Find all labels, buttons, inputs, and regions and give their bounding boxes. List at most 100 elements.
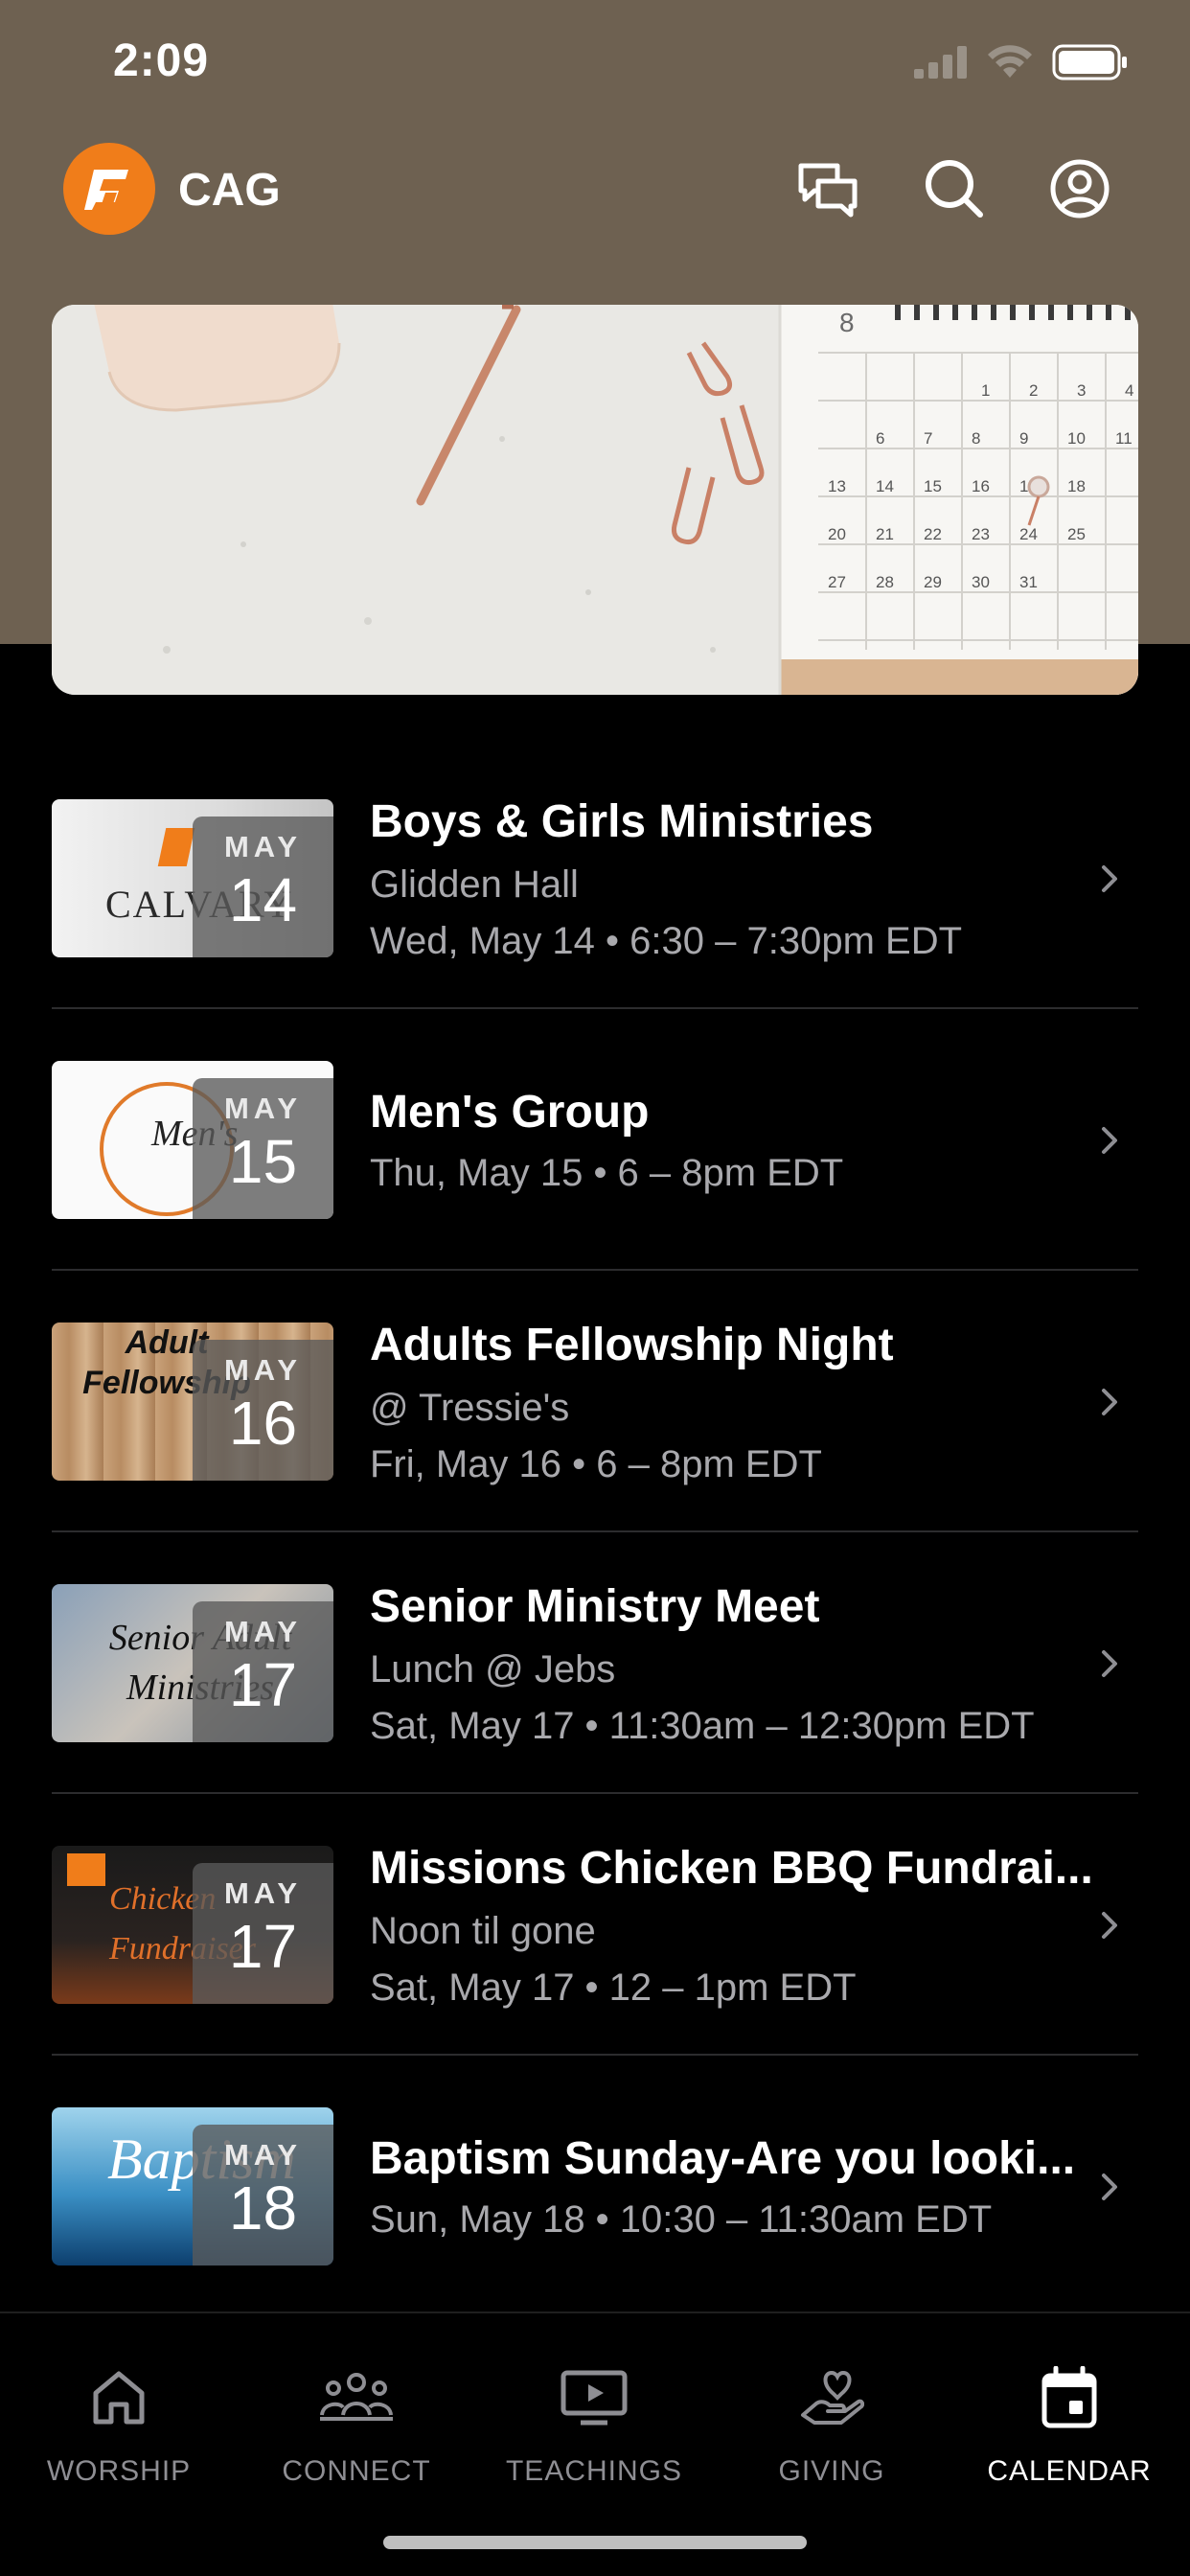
chat-bubbles-icon bbox=[798, 163, 858, 218]
calendar-day-number: 20 bbox=[828, 525, 846, 543]
hero-banner[interactable]: 8 12346789101113141516171820212223242527… bbox=[52, 305, 1138, 695]
event-title: Boys & Girls Ministries bbox=[370, 796, 874, 847]
event-location: Noon til gone bbox=[370, 1910, 596, 1952]
hand-heart-icon bbox=[801, 2370, 864, 2425]
date-month: MAY bbox=[223, 1615, 303, 1648]
calendar-day-number: 31 bbox=[1019, 573, 1038, 591]
date-day: 14 bbox=[228, 865, 298, 934]
date-badge: MAY 17 bbox=[193, 1863, 333, 2004]
calendar-day-number: 22 bbox=[924, 525, 942, 543]
event-location: Glidden Hall bbox=[370, 863, 579, 906]
event-location: Lunch @ Jebs bbox=[370, 1648, 616, 1690]
tab-label: CONNECT bbox=[282, 2455, 431, 2487]
profile-button[interactable] bbox=[1040, 149, 1120, 229]
event-text: Senior Ministry Meet Lunch @ Jebs Sat, M… bbox=[370, 1580, 1098, 1748]
user-circle-icon bbox=[1050, 159, 1110, 218]
calendar-day-number: 25 bbox=[1067, 525, 1086, 543]
date-month: MAY bbox=[223, 830, 303, 863]
date-day: 17 bbox=[228, 1650, 298, 1719]
calendar-day-number: 2 bbox=[1029, 381, 1038, 400]
event-thumbnail: Senior Adult Ministries MAY 17 bbox=[52, 1584, 333, 1742]
event-row[interactable]: Baptism MAY 18 Baptism Sunday-Are you lo… bbox=[52, 2056, 1138, 2317]
event-location: @ Tressie's bbox=[370, 1387, 570, 1429]
event-row[interactable]: CALVARY MAY 14 Boys & Girls Ministries G… bbox=[52, 748, 1138, 1009]
date-day: 17 bbox=[228, 1912, 298, 1981]
event-row[interactable]: Senior Adult Ministries MAY 17 Senior Mi… bbox=[52, 1532, 1138, 1794]
date-day: 15 bbox=[228, 1127, 298, 1196]
calendar-day-number: 1 bbox=[981, 381, 990, 400]
chevron-right-icon bbox=[1102, 865, 1117, 892]
search-button[interactable] bbox=[914, 149, 995, 229]
tab-worship[interactable]: WORSHIP bbox=[0, 2361, 238, 2488]
calendar-day-number: 15 bbox=[924, 477, 942, 495]
event-thumbnail: Adult Fellowship MAY 16 bbox=[52, 1322, 333, 1481]
app-bar: CAG bbox=[0, 139, 1190, 244]
status-time: 2:09 bbox=[113, 35, 210, 86]
status-icons bbox=[914, 44, 1129, 80]
event-text: Baptism Sunday-Are you looki... Sun, May… bbox=[370, 2132, 1098, 2242]
wifi-icon bbox=[988, 45, 1032, 78]
date-badge: MAY 18 bbox=[193, 2125, 333, 2266]
tab-teachings[interactable]: TEACHINGS bbox=[475, 2361, 713, 2488]
calendar-day-number: 11 bbox=[1115, 429, 1133, 448]
home-indicator[interactable] bbox=[383, 2536, 807, 2549]
event-time: Sat, May 17 • 12 – 1pm EDT bbox=[370, 1966, 857, 2009]
event-time: Wed, May 14 • 6:30 – 7:30pm EDT bbox=[370, 920, 963, 962]
date-day: 16 bbox=[228, 1389, 298, 1458]
event-time: Sun, May 18 • 10:30 – 11:30am EDT bbox=[370, 2198, 993, 2241]
date-badge: MAY 17 bbox=[193, 1601, 333, 1742]
calendar-day-number: 24 bbox=[1019, 525, 1038, 543]
chevron-right-icon bbox=[1102, 1912, 1117, 1939]
event-thumbnail: CALVARY MAY 14 bbox=[52, 799, 333, 957]
tab-label: TEACHINGS bbox=[505, 2455, 683, 2487]
event-row[interactable]: Chicken Fundraiser MAY 17 Missions Chick… bbox=[52, 1794, 1138, 2056]
event-title: Men's Group bbox=[370, 1087, 650, 1138]
calendar-day-number: 16 bbox=[972, 477, 990, 495]
calendar-day-number: 30 bbox=[972, 573, 990, 591]
calendar-day-number: 9 bbox=[1019, 429, 1028, 448]
date-badge: MAY 16 bbox=[193, 1340, 333, 1481]
tab-connect[interactable]: CONNECT bbox=[238, 2361, 475, 2488]
tab-giving[interactable]: GIVING bbox=[713, 2361, 950, 2488]
event-time: Fri, May 16 • 6 – 8pm EDT bbox=[370, 1443, 822, 1485]
calendar-day-number: 29 bbox=[924, 573, 942, 591]
calendar-day-number: 21 bbox=[876, 525, 894, 543]
calendar-day-number: 28 bbox=[876, 573, 894, 591]
church-logo[interactable] bbox=[63, 143, 155, 235]
event-time: Sat, May 17 • 11:30am – 12:30pm EDT bbox=[370, 1705, 1035, 1747]
calvary-logo-mark bbox=[157, 828, 195, 866]
tab-calendar[interactable]: CALENDAR bbox=[950, 2361, 1188, 2488]
date-month: MAY bbox=[223, 1092, 303, 1125]
calendar-day-number: 6 bbox=[876, 429, 884, 448]
home-icon bbox=[93, 2371, 145, 2425]
event-thumbnail: Baptism MAY 18 bbox=[52, 2107, 333, 2266]
event-thumbnail: Chicken Fundraiser MAY 17 bbox=[52, 1846, 333, 2004]
tab-label: WORSHIP bbox=[46, 2455, 192, 2487]
calendar-icon bbox=[1041, 2366, 1097, 2428]
event-text: Boys & Girls Ministries Glidden Hall Wed… bbox=[370, 795, 1098, 963]
calendar-day-number: 18 bbox=[1067, 477, 1086, 495]
tv-play-icon bbox=[561, 2370, 628, 2426]
date-month: MAY bbox=[223, 1876, 303, 1910]
event-text: Missions Chicken BBQ Fundrai... Noon til… bbox=[370, 1842, 1098, 2010]
logo-mark-icon bbox=[84, 170, 128, 210]
date-month: MAY bbox=[223, 2138, 303, 2172]
chevron-right-icon bbox=[1102, 1389, 1117, 1415]
date-month: MAY bbox=[223, 1353, 303, 1387]
search-icon bbox=[926, 160, 983, 218]
event-title: Senior Ministry Meet bbox=[370, 1581, 820, 1632]
event-title: Baptism Sunday-Are you looki... bbox=[370, 2133, 1076, 2184]
tab-label: CALENDAR bbox=[987, 2455, 1152, 2487]
event-text: Men's Group Thu, May 15 • 6 – 8pm EDT bbox=[370, 1086, 1098, 1195]
calendar-day-number: 14 bbox=[876, 477, 894, 495]
calendar-day-number: 7 bbox=[924, 429, 932, 448]
event-row[interactable]: Adult Fellowship MAY 16 Adults Fellowshi… bbox=[52, 1271, 1138, 1532]
people-icon bbox=[320, 2373, 393, 2421]
event-row[interactable]: Men's MAY 15 Men's Group Thu, May 15 • 6… bbox=[52, 1009, 1138, 1271]
calendar-day-number: 10 bbox=[1067, 429, 1086, 448]
calendar-day-number: 4 bbox=[1125, 381, 1133, 400]
messages-button[interactable] bbox=[788, 149, 868, 229]
app-title: CAG bbox=[178, 165, 281, 216]
event-time: Thu, May 15 • 6 – 8pm EDT bbox=[370, 1152, 844, 1194]
calendar-day-number: 3 bbox=[1077, 381, 1086, 400]
